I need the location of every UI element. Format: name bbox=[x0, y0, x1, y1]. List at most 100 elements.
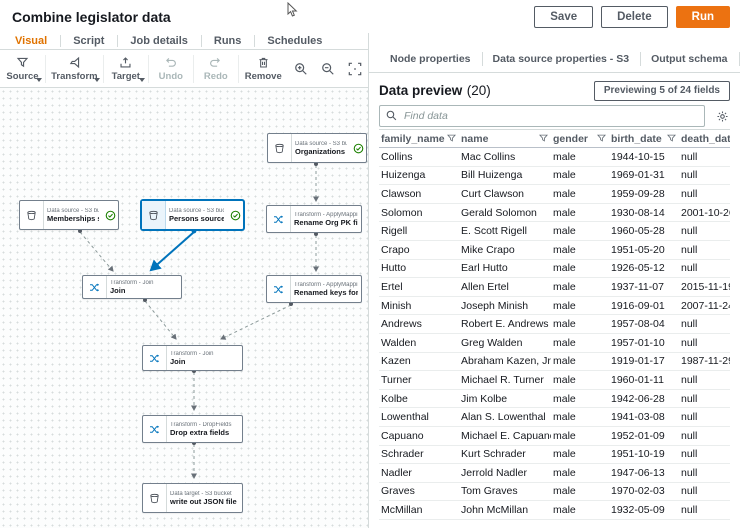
table-cell: 1932-05-09 bbox=[609, 504, 679, 516]
filter-icon-button[interactable] bbox=[539, 134, 548, 143]
table-row: CollinsMac Collinsmale1944-10-15null bbox=[379, 148, 730, 167]
tab-runs[interactable]: Runs bbox=[201, 33, 255, 49]
canvas-node-persons[interactable]: Data source - S3 bucketPersons source ta… bbox=[141, 200, 244, 230]
panel-tab-data-source-properties-s3[interactable]: Data source properties - S3 bbox=[482, 46, 641, 72]
previewing-fields-button[interactable]: Previewing 5 of 24 fields bbox=[594, 81, 730, 101]
tab-job-details[interactable]: Job details bbox=[117, 33, 200, 49]
data-preview-title: Data preview bbox=[379, 83, 462, 98]
tab-visual[interactable]: Visual bbox=[2, 33, 60, 49]
filter-icon bbox=[597, 134, 606, 143]
panel-tab-node-properties[interactable]: Node properties bbox=[379, 46, 482, 72]
table-cell: null bbox=[679, 374, 730, 386]
table-cell: E. Scott Rigell bbox=[459, 225, 551, 237]
redo-icon bbox=[209, 56, 222, 69]
table-cell: male bbox=[551, 337, 609, 349]
filter-icon-button[interactable] bbox=[447, 134, 456, 143]
run-button[interactable]: Run bbox=[676, 6, 730, 28]
table-cell: 2015-11-19 bbox=[679, 281, 730, 293]
table-cell: male bbox=[551, 467, 609, 479]
table-cell: Nadler bbox=[379, 467, 459, 479]
canvas-node-organizations[interactable]: Data source - S3 bucketOrganizations tab… bbox=[267, 133, 367, 163]
table-cell: Kazen bbox=[379, 355, 459, 367]
table-cell: null bbox=[679, 262, 730, 274]
table-cell: Capuano bbox=[379, 430, 459, 442]
tab-schedules[interactable]: Schedules bbox=[254, 33, 335, 49]
trash-icon bbox=[257, 56, 270, 69]
transform-icon bbox=[273, 284, 284, 295]
table-cell: Rigell bbox=[379, 225, 459, 237]
table-cell: male bbox=[551, 318, 609, 330]
table-cell: Alan S. Lowenthal bbox=[459, 411, 551, 423]
visual-editor-column: VisualScriptJob detailsRunsSchedules Sou… bbox=[0, 33, 368, 528]
table-cell: Jim Kolbe bbox=[459, 393, 551, 405]
canvas-node-memberships[interactable]: Data source - S3 bucketMemberships sourc… bbox=[19, 200, 119, 230]
canvas-node-write-target[interactable]: Data target - S3 bucketwrite out JSON fi… bbox=[142, 483, 243, 513]
table-cell: male bbox=[551, 281, 609, 293]
table-cell: null bbox=[679, 337, 730, 349]
transform-menu-button[interactable]: Transform bbox=[46, 50, 103, 87]
details-panel: Node propertiesData source properties - … bbox=[368, 33, 740, 528]
table-cell: male bbox=[551, 225, 609, 237]
filter-icon-button[interactable] bbox=[667, 134, 676, 143]
table-cell: 1960-05-28 bbox=[609, 225, 679, 237]
table-cell: 1969-01-31 bbox=[609, 169, 679, 181]
table-cell: male bbox=[551, 355, 609, 367]
node-name: Rename Org PK field bbox=[294, 218, 358, 227]
table-row: SchraderKurt Schradermale1951-10-19null bbox=[379, 446, 730, 465]
delete-button[interactable]: Delete bbox=[601, 6, 668, 28]
redo-button[interactable]: Redo bbox=[194, 50, 238, 87]
table-cell: 2001-10-26 bbox=[679, 207, 730, 219]
canvas-node-renamed-keys[interactable]: Transform - ApplyMappingRenamed keys for… bbox=[266, 275, 362, 303]
table-row: AndrewsRobert E. Andrewsmale1957-08-04nu… bbox=[379, 315, 730, 334]
table-row: CapuanoMichael E. Capuanomale1952-01-09n… bbox=[379, 427, 730, 446]
main-area: VisualScriptJob detailsRunsSchedules Sou… bbox=[0, 33, 740, 528]
tab-script[interactable]: Script bbox=[60, 33, 117, 49]
table-cell: 1947-06-13 bbox=[609, 467, 679, 479]
node-icon-cell bbox=[142, 201, 166, 229]
table-row: NadlerJerrold Nadlermale1947-06-13null bbox=[379, 464, 730, 483]
preferences-button[interactable] bbox=[714, 110, 730, 123]
canvas-node-rename-org-pk[interactable]: Transform - ApplyMappingRename Org PK fi… bbox=[266, 205, 362, 233]
node-icon-cell bbox=[143, 484, 167, 512]
node-icon-cell bbox=[267, 206, 291, 232]
table-cell: null bbox=[679, 169, 730, 181]
zoom-out-button[interactable] bbox=[314, 50, 341, 87]
source-menu-button[interactable]: Source bbox=[0, 50, 45, 87]
target-menu-button[interactable]: Target bbox=[104, 50, 148, 87]
table-cell: Collins bbox=[379, 151, 459, 163]
s3-bucket-icon bbox=[26, 210, 37, 221]
canvas-node-drop-fields[interactable]: Transform - DropFieldsDrop extra fields bbox=[142, 415, 243, 443]
canvas-node-join-1[interactable]: Transform - JoinJoin bbox=[82, 275, 182, 299]
table-cell: Earl Hutto bbox=[459, 262, 551, 274]
check-icon bbox=[353, 143, 364, 154]
undo-button[interactable]: Undo bbox=[149, 50, 193, 87]
remove-button[interactable]: Remove bbox=[239, 50, 288, 87]
fit-view-icon bbox=[348, 62, 362, 76]
table-row: WaldenGreg Waldenmale1957-01-10null bbox=[379, 334, 730, 353]
transform-icon bbox=[68, 56, 81, 69]
column-header-name: name bbox=[459, 130, 551, 147]
node-status-ok bbox=[102, 201, 118, 229]
graph-canvas[interactable]: Data source - S3 bucketOrganizations tab… bbox=[0, 88, 368, 528]
table-cell: McMillan bbox=[379, 504, 459, 516]
filter-icon-button[interactable] bbox=[597, 134, 606, 143]
table-cell: 1957-08-04 bbox=[609, 318, 679, 330]
node-status-ok bbox=[350, 134, 366, 162]
find-data-input[interactable] bbox=[379, 105, 705, 127]
table-cell: 1952-01-09 bbox=[609, 430, 679, 442]
fit-view-button[interactable] bbox=[341, 50, 368, 87]
table-cell: 1951-10-19 bbox=[609, 448, 679, 460]
column-header-birth_date: birth_date bbox=[609, 130, 679, 147]
search-icon bbox=[386, 110, 397, 121]
table-cell: Andrews bbox=[379, 318, 459, 330]
gear-icon bbox=[716, 110, 729, 123]
table-cell: Graves bbox=[379, 485, 459, 497]
table-cell: null bbox=[679, 225, 730, 237]
check-icon bbox=[230, 210, 241, 221]
canvas-node-join-2[interactable]: Transform - JoinJoin bbox=[142, 345, 243, 371]
panel-tab-output-schema[interactable]: Output schema bbox=[640, 46, 738, 72]
zoom-in-button[interactable] bbox=[288, 50, 315, 87]
filter-icon bbox=[667, 134, 676, 143]
table-cell: null bbox=[679, 504, 730, 516]
save-button[interactable]: Save bbox=[534, 6, 593, 28]
